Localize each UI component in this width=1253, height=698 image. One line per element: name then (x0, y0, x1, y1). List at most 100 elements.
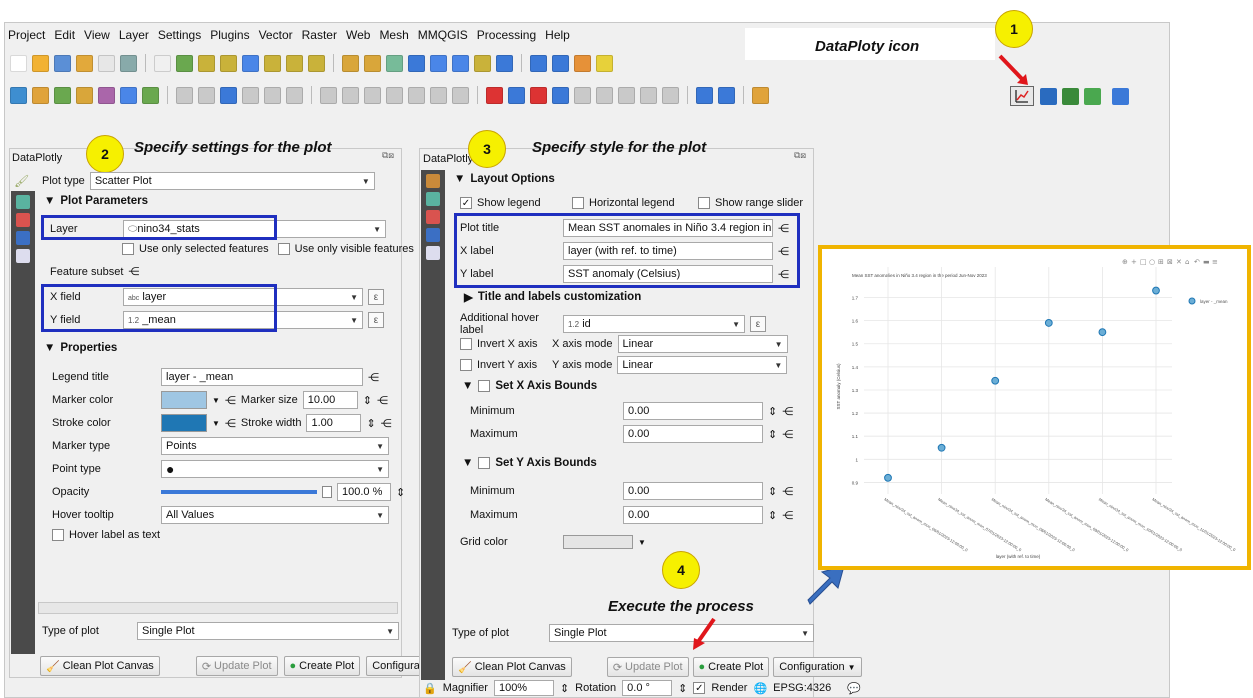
settings-tab-icon[interactable] (16, 195, 30, 209)
show-range-slider-checkbox[interactable] (698, 197, 710, 209)
toolbar-tool-icon[interactable] (552, 54, 569, 72)
data-defined-icon[interactable]: ⋲ (782, 405, 793, 418)
spin-icon[interactable]: ⇕ (768, 405, 777, 418)
chevron-down-icon[interactable]: ▼ (638, 538, 646, 547)
code-tab-icon[interactable] (16, 249, 30, 263)
data-defined-icon[interactable]: ⋲ (381, 417, 392, 430)
toolbar-tool-icon[interactable] (54, 86, 71, 104)
toolbar-tool-icon[interactable] (54, 54, 71, 72)
toolbar-tool-icon[interactable] (408, 86, 425, 104)
menu-mesh[interactable]: Mesh (379, 28, 408, 42)
invert-x-checkbox[interactable] (460, 338, 472, 350)
set-y-bounds-checkbox[interactable] (478, 457, 491, 469)
toolbar-tool-icon[interactable] (718, 86, 735, 104)
toolbar-tool-icon[interactable] (496, 54, 513, 72)
right-panel-float-close[interactable]: ⧉⊠ (794, 150, 806, 161)
toolbar-tool-icon[interactable] (76, 86, 93, 104)
chart-tab-icon[interactable] (16, 213, 30, 227)
toolbar-tool-icon[interactable] (452, 86, 469, 104)
chevron-down-icon[interactable]: ▼ (212, 419, 220, 428)
left-horizontal-scrollbar[interactable] (38, 602, 398, 614)
data-defined-icon[interactable]: ⋲ (782, 428, 793, 441)
spin-icon[interactable]: ⇕ (396, 486, 405, 499)
point-type-combo[interactable]: ● ▼ (161, 460, 389, 478)
x-minimum-input[interactable]: 0.00 (623, 402, 763, 420)
messages-icon[interactable]: 💬 (847, 682, 861, 695)
right-type-of-plot-combo[interactable]: Single Plot ▼ (549, 624, 814, 642)
spin-icon[interactable]: ⇕ (768, 509, 777, 522)
data-defined-icon[interactable]: ⋲ (225, 394, 236, 407)
toolbar-tool-icon[interactable] (220, 86, 237, 104)
collapse-arrow-icon[interactable]: ▼ (454, 173, 465, 185)
render-checkbox[interactable]: ✓ (693, 682, 706, 694)
stroke-width-input[interactable]: 1.00 (306, 414, 362, 432)
menu-layer[interactable]: Layer (119, 28, 149, 42)
toolbar-tool-icon[interactable] (198, 54, 215, 72)
help-tab-icon[interactable] (16, 231, 30, 245)
menu-view[interactable]: View (84, 28, 110, 42)
type-of-plot-combo[interactable]: Single Plot ▼ (137, 622, 399, 640)
left-create-plot-button[interactable]: ● Create Plot (283, 656, 361, 676)
help-icon[interactable] (1112, 88, 1129, 105)
menu-mmqgis[interactable]: MMQGIS (418, 28, 468, 42)
settings-tab-icon[interactable] (426, 192, 440, 206)
left-update-plot-button[interactable]: ⟳ Update Plot (195, 656, 278, 676)
toolbar-tool-icon[interactable] (386, 54, 403, 72)
collapse-arrow-icon[interactable]: ▼ (462, 380, 473, 392)
toolbar-tool-icon[interactable] (386, 86, 403, 104)
show-legend-checkbox[interactable]: ✓ (460, 197, 472, 209)
toolbar-tool-icon[interactable] (430, 86, 447, 104)
menu-settings[interactable]: Settings (158, 28, 201, 42)
toolbar-tool-icon[interactable] (176, 54, 193, 72)
opacity-slider-handle[interactable] (322, 486, 332, 498)
left-clean-plot-button[interactable]: 🧹 Clean Plot Canvas (40, 656, 160, 676)
help-tab-icon[interactable] (426, 228, 440, 242)
rotation-input[interactable]: 0.0 ° (622, 680, 673, 696)
expand-arrow-icon[interactable]: ▶ (464, 290, 473, 304)
spin-icon[interactable]: ⇕ (366, 417, 375, 430)
toolbar-tool-icon[interactable] (264, 54, 281, 72)
x-axis-mode-combo[interactable]: Linear ▼ (617, 335, 788, 353)
toolbar-tool-icon[interactable] (574, 86, 591, 104)
brush-tab-icon[interactable] (426, 174, 440, 188)
toolbar-tool-icon[interactable] (264, 86, 281, 104)
menu-processing[interactable]: Processing (477, 28, 536, 42)
opacity-input[interactable]: 100.0 % (337, 483, 391, 501)
spin-icon[interactable]: ⇕ (560, 682, 569, 695)
menu-plugins[interactable]: Plugins (210, 28, 249, 42)
toolbar-tool-icon[interactable] (32, 54, 49, 72)
invert-y-checkbox[interactable] (460, 359, 472, 371)
collapse-arrow-icon[interactable]: ▼ (44, 342, 55, 354)
toolbar-tool-icon[interactable] (486, 86, 503, 104)
menu-project[interactable]: Project (8, 28, 45, 42)
toolbar-tool-icon[interactable] (508, 86, 525, 104)
toolbar-tool-icon[interactable] (618, 86, 635, 104)
toolbar-tool-icon[interactable] (308, 54, 325, 72)
data-defined-icon[interactable]: ⋲ (368, 371, 379, 384)
collapse-arrow-icon[interactable]: ▼ (462, 457, 473, 469)
toolbar-tool-icon[interactable] (154, 54, 171, 72)
opacity-slider[interactable] (161, 490, 317, 494)
toolbar-tool-icon[interactable] (10, 54, 27, 72)
chart-tab-icon[interactable] (426, 210, 440, 224)
hover-expression-button[interactable]: ε (750, 316, 766, 332)
toolbar-tool-icon[interactable] (142, 86, 159, 104)
hover-as-text-checkbox[interactable] (52, 529, 64, 541)
code-tab-icon[interactable] (426, 246, 440, 260)
toolbar-tool-icon[interactable] (98, 54, 115, 72)
toolbar-tool-icon[interactable] (120, 54, 137, 72)
toolbar-tool-icon[interactable] (220, 54, 237, 72)
y-axis-mode-combo[interactable]: Linear ▼ (617, 356, 788, 374)
x-maximum-input[interactable]: 0.00 (623, 425, 763, 443)
toolbar-tool-icon[interactable] (286, 86, 303, 104)
right-update-plot-button[interactable]: ⟳ Update Plot (606, 657, 689, 677)
hover-tooltip-combo[interactable]: All Values ▼ (161, 506, 389, 524)
crs-button[interactable]: EPSG:4326 (773, 682, 831, 694)
marker-type-combo[interactable]: Points ▼ (161, 437, 389, 455)
toolbar-tool-icon[interactable] (552, 86, 569, 104)
data-defined-icon[interactable]: ⋲ (128, 265, 139, 278)
legend-title-input[interactable]: layer - _mean (161, 368, 363, 386)
toolbar-tool-icon[interactable] (286, 54, 303, 72)
toolbar-tool-icon[interactable] (530, 86, 547, 104)
toolbar-tool-icon[interactable] (76, 54, 93, 72)
